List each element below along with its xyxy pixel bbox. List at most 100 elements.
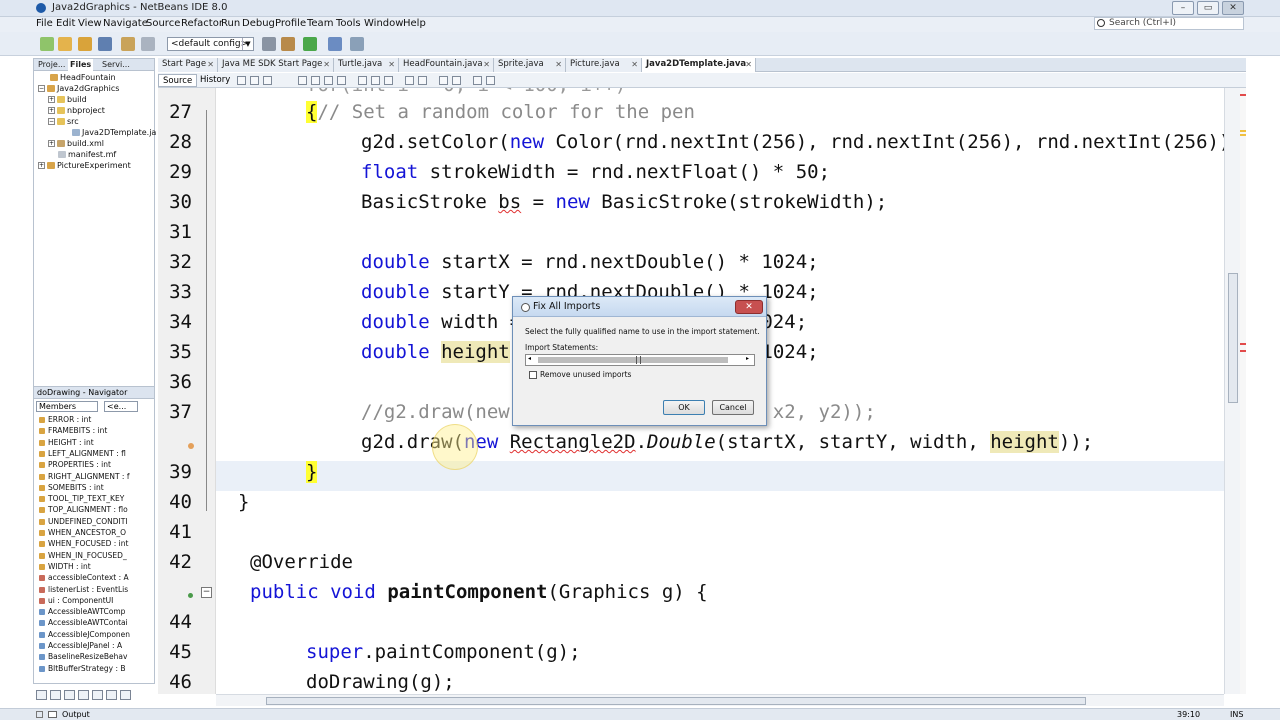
save-all-icon[interactable] <box>98 37 112 51</box>
back-icon[interactable] <box>250 76 259 85</box>
warning-hint-icon[interactable] <box>188 443 194 449</box>
filter-icon[interactable] <box>78 690 89 700</box>
tree-item-src[interactable]: − src <box>48 117 79 126</box>
find-icon[interactable] <box>298 76 307 85</box>
clean-build-icon[interactable] <box>281 37 295 51</box>
menu-refactor[interactable]: Refactor <box>181 18 223 29</box>
menu-run[interactable]: Run <box>221 18 240 29</box>
navigator-member[interactable]: WHEN_FOCUSED : int <box>39 539 128 548</box>
import-statements-list[interactable]: ◂ ▸ <box>525 354 755 366</box>
scroll-thumb[interactable] <box>1228 273 1238 403</box>
tree-item-java2dgraphics[interactable]: − Java2dGraphics <box>38 84 119 93</box>
navigator-member[interactable]: PROPERTIES : int <box>39 460 111 469</box>
toggle-highlight-icon[interactable] <box>337 76 346 85</box>
tree-item-build[interactable]: + build <box>48 95 87 104</box>
navigator-member[interactable]: AccessibleJComponen <box>39 630 130 639</box>
remove-unused-imports-checkbox[interactable]: Remove unused imports <box>529 370 631 379</box>
ok-button[interactable]: OK <box>663 400 705 415</box>
warning-mark[interactable] <box>1240 134 1246 136</box>
close-icon[interactable]: ✕ <box>745 58 752 71</box>
start-macro-icon[interactable] <box>439 76 448 85</box>
filter-icon[interactable] <box>106 690 117 700</box>
navigator-member[interactable]: AccessibleJPanel : A <box>39 641 122 650</box>
tab-sprite[interactable]: Sprite.java ✕ <box>494 58 566 72</box>
members-filter[interactable]: Members <box>36 401 98 412</box>
collapse-icon[interactable]: − <box>38 85 45 92</box>
tab-start-page[interactable]: Start Page ✕ <box>158 58 218 72</box>
tree-item-nbproject[interactable]: + nbproject <box>48 106 105 115</box>
scroll-thumb[interactable] <box>636 356 641 364</box>
checkbox-icon[interactable] <box>529 371 537 379</box>
config-select[interactable]: <default config> ▼ <box>167 37 254 51</box>
navigator-member[interactable]: WHEN_ANCESTOR_O <box>39 528 126 537</box>
navigator-member[interactable]: HEIGHT : int <box>39 438 94 447</box>
comment-icon[interactable] <box>473 76 482 85</box>
undo-icon[interactable] <box>121 37 135 51</box>
tab-picture[interactable]: Picture.java ✕ <box>566 58 642 72</box>
tab-java2dtemplate[interactable]: Java2DTemplate.java ✕ <box>642 58 756 72</box>
forward-icon[interactable] <box>263 76 272 85</box>
tab-history[interactable]: History <box>196 74 234 87</box>
tree-item-java2dtemplate[interactable]: Java2DTemplate.ja <box>72 128 156 137</box>
warning-mark[interactable] <box>1240 130 1246 132</box>
tree-item-manifest[interactable]: manifest.mf <box>58 150 116 159</box>
find-next-icon[interactable] <box>324 76 333 85</box>
menu-help[interactable]: Help <box>403 18 426 29</box>
navigator-member[interactable]: AccessibleAWTContai <box>39 618 128 627</box>
build-icon[interactable] <box>262 37 276 51</box>
menu-team[interactable]: Team <box>307 18 333 29</box>
navigator-member[interactable]: SOMEBITS : int <box>39 483 104 492</box>
tab-services[interactable]: Servi... <box>100 59 132 71</box>
find-previous-icon[interactable] <box>311 76 320 85</box>
close-icon[interactable]: ✕ <box>207 58 214 71</box>
bookmark-previous-icon[interactable] <box>358 76 367 85</box>
tree-item-headfountain[interactable]: HeadFountain <box>50 73 116 82</box>
filter-icon[interactable] <box>36 690 47 700</box>
error-mark[interactable] <box>1240 350 1246 352</box>
filter-icon[interactable] <box>50 690 61 700</box>
close-icon[interactable]: ✕ <box>388 58 395 71</box>
expand-icon[interactable]: + <box>38 162 45 169</box>
navigator-member[interactable]: RIGHT_ALIGNMENT : f <box>39 472 130 481</box>
scroll-right-icon[interactable]: ▸ <box>746 355 749 362</box>
menu-edit[interactable]: Edit <box>56 18 75 29</box>
tab-files[interactable]: Files <box>68 59 94 71</box>
menu-file[interactable]: File <box>36 18 53 29</box>
shift-left-icon[interactable] <box>405 76 414 85</box>
navigator-member[interactable]: TOP_ALIGNMENT : flo <box>39 505 128 514</box>
navigator-member[interactable]: BltBufferStrategy : B <box>39 664 126 673</box>
tab-java-me-sdk[interactable]: Java ME SDK Start Page ✕ <box>218 58 334 72</box>
tab-turtle[interactable]: Turtle.java ✕ <box>334 58 399 72</box>
run-icon[interactable] <box>303 37 317 51</box>
tab-headfountain[interactable]: HeadFountain.java ✕ <box>399 58 494 72</box>
navigator-member[interactable]: LEFT_ALIGNMENT : fl <box>39 449 126 458</box>
close-icon[interactable]: ✕ <box>323 58 330 71</box>
navigator-member[interactable]: WHEN_IN_FOCUSED_ <box>39 551 127 560</box>
fold-toggle[interactable]: − <box>201 587 212 598</box>
debug-icon[interactable] <box>328 37 342 51</box>
error-mark[interactable] <box>1240 343 1246 345</box>
last-edit-icon[interactable] <box>237 76 246 85</box>
scroll-left-icon[interactable]: ◂ <box>528 355 531 362</box>
menu-profile[interactable]: Profile <box>275 18 306 29</box>
new-file-icon[interactable] <box>40 37 54 51</box>
menu-view[interactable]: View <box>78 18 102 29</box>
horizontal-scrollbar[interactable] <box>216 694 1224 706</box>
shift-right-icon[interactable] <box>418 76 427 85</box>
import-scrollbar[interactable] <box>538 357 728 363</box>
navigator-member[interactable]: BaselineResizeBehav <box>39 652 127 661</box>
redo-icon[interactable] <box>141 37 155 51</box>
close-window-button[interactable]: ✕ <box>1222 1 1244 15</box>
profile-icon[interactable] <box>350 37 364 51</box>
collapse-icon[interactable]: − <box>48 118 55 125</box>
dialog-close-button[interactable]: ✕ <box>735 300 763 314</box>
filter-icon[interactable] <box>64 690 75 700</box>
vertical-scrollbar[interactable] <box>1224 88 1240 694</box>
navigator-member[interactable]: ui : ComponentUI <box>39 596 113 605</box>
tab-source[interactable]: Source <box>158 74 198 87</box>
navigator-member[interactable]: listenerList : EventLis <box>39 585 128 594</box>
uncomment-icon[interactable] <box>486 76 495 85</box>
scroll-thumb[interactable] <box>266 697 1086 705</box>
close-icon[interactable]: ✕ <box>631 58 638 71</box>
navigator-member[interactable]: AccessibleAWTComp <box>39 607 125 616</box>
